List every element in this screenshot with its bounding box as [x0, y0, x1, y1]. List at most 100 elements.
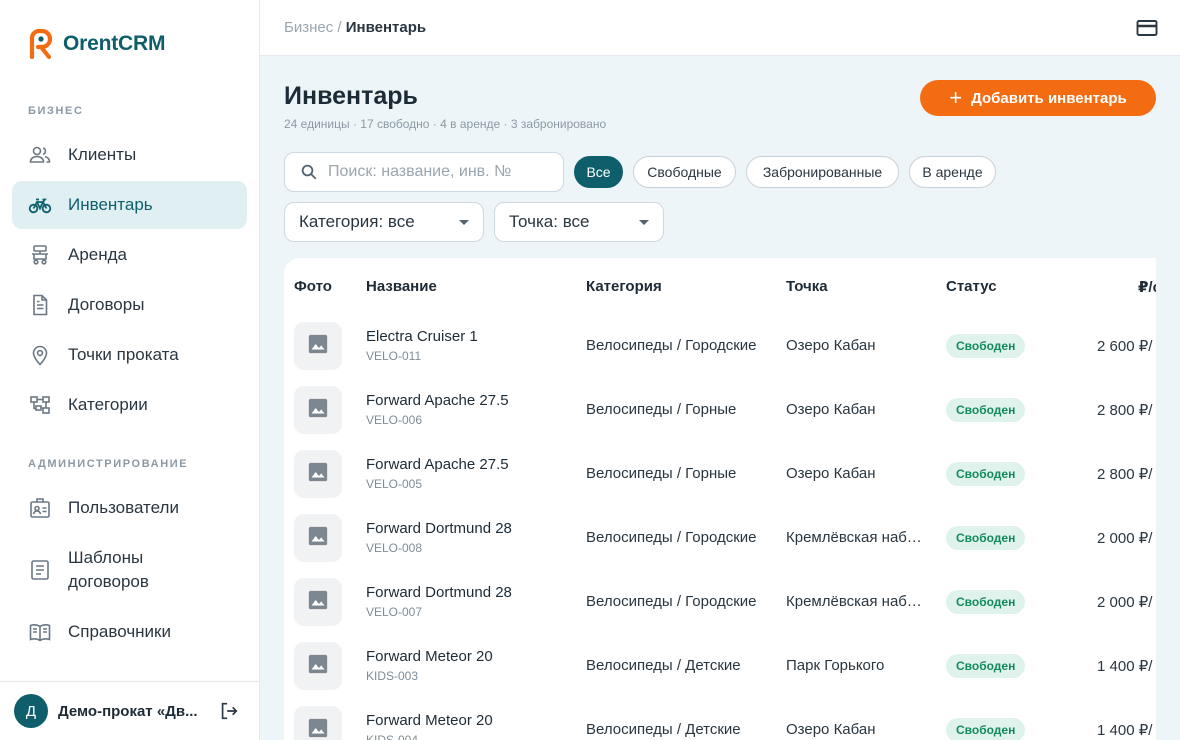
search-box[interactable] — [284, 152, 564, 192]
location-pin-icon — [27, 342, 53, 368]
photo-placeholder — [294, 322, 342, 370]
status-badge: Свободен — [946, 334, 1026, 358]
location-select[interactable]: Точка: все — [494, 202, 664, 242]
item-location: Кремлёвская набережная — [786, 593, 926, 610]
sidebar: OrentCRM БИЗНЕС Клиенты Инвентарь Аренда… — [0, 0, 260, 740]
hierarchy-icon — [27, 392, 53, 418]
item-category: Велосипеды / Городские — [586, 529, 757, 546]
filter-chip-free[interactable]: Свободные — [633, 156, 736, 188]
photo-placeholder — [294, 578, 342, 626]
sidebar-item-contract-templates[interactable]: Шаблоны договоров — [12, 539, 247, 601]
image-icon — [307, 397, 329, 424]
breadcrumb-current: Инвентарь — [345, 19, 427, 36]
item-code: VELO-008 — [366, 541, 423, 555]
item-name[interactable]: Forward Dortmund 28 — [366, 520, 512, 537]
item-price: 2 000 ₽/ — [1097, 530, 1153, 547]
item-location: Парк Горького — [786, 657, 885, 674]
photo-placeholder — [294, 450, 342, 498]
item-location: Озеро Кабан — [786, 721, 876, 738]
status-badge: Свободен — [946, 526, 1026, 550]
sidebar-item-contracts[interactable]: Договоры — [12, 281, 247, 329]
image-icon — [307, 589, 329, 616]
id-badge-icon — [27, 495, 53, 521]
page-title: Инвентарь — [284, 82, 418, 110]
book-icon — [27, 619, 53, 645]
table-row[interactable]: Forward Apache 27.5 VELO-006 Велосипеды / … — [284, 386, 1156, 450]
item-name[interactable]: Forward Apache 27.5 — [366, 392, 509, 409]
credit-card-icon[interactable] — [1136, 18, 1158, 38]
status-badge: Свободен — [946, 718, 1026, 740]
status-badge: Свободен — [946, 590, 1026, 614]
item-category: Велосипеды / Горные — [586, 465, 737, 482]
table-row[interactable]: Forward Dortmund 28 VELO-007 Велосипеды / … — [284, 578, 1156, 642]
sidebar-item-rental-points[interactable]: Точки проката — [12, 331, 247, 379]
category-select-value: Категория: все — [299, 212, 415, 231]
image-icon — [307, 717, 329, 740]
item-code: VELO-005 — [366, 477, 423, 491]
table-row[interactable]: Forward Apache 27.5 VELO-005 Велосипеды / … — [284, 450, 1156, 514]
topbar: Бизнес / Инвентарь — [260, 0, 1180, 56]
column-header-name[interactable]: Название — [366, 278, 437, 295]
category-select[interactable]: Категория: все — [284, 202, 484, 242]
column-header-price[interactable]: ₽/сутки — [1138, 278, 1156, 296]
sidebar-item-label: Клиенты — [68, 145, 137, 164]
sidebar-item-clients[interactable]: Клиенты — [12, 131, 247, 179]
add-inventory-button[interactable]: + Добавить инвентарь — [920, 80, 1156, 116]
sidebar-item-directories[interactable]: Справочники — [12, 608, 247, 656]
template-icon — [27, 557, 53, 583]
image-icon — [307, 333, 329, 360]
sidebar-item-categories[interactable]: Категории — [12, 381, 247, 429]
sidebar-item-users[interactable]: Пользователи — [12, 484, 247, 532]
table-row[interactable]: Forward Meteor 20 KIDS-004 Велосипеды / Де… — [284, 706, 1156, 740]
filter-chip-booked[interactable]: Забронированные — [746, 156, 899, 188]
sidebar-item-inventory[interactable]: Инвентарь — [12, 181, 247, 229]
bicycle-icon — [27, 192, 53, 218]
filter-chip-rented[interactable]: В аренде — [909, 156, 996, 188]
column-header-location[interactable]: Точка — [786, 278, 828, 295]
sidebar-item-label: Точки проката — [68, 345, 179, 364]
document-icon — [27, 292, 53, 318]
item-name[interactable]: Forward Apache 27.5 — [366, 456, 509, 473]
app-name: OrentCRM — [63, 32, 166, 55]
app-logo[interactable]: OrentCRM — [28, 29, 165, 59]
status-badge: Свободен — [946, 654, 1026, 678]
item-price: 1 400 ₽/ — [1097, 722, 1153, 739]
table-row[interactable]: Forward Dortmund 28 VELO-008 Велосипеды / … — [284, 514, 1156, 578]
sidebar-item-label: Пользователи — [68, 498, 179, 517]
item-price: 2 800 ₽/ — [1097, 402, 1153, 419]
plus-icon: + — [949, 85, 963, 110]
column-header-status[interactable]: Статус — [946, 278, 997, 295]
organization-name[interactable]: Демо-прокат «Дв... — [58, 703, 204, 720]
page-summary: 24 единицы · 17 свободно · 4 в аренде · … — [284, 117, 607, 131]
item-code: VELO-011 — [366, 349, 422, 363]
item-code: VELO-006 — [366, 413, 423, 427]
users-icon — [27, 142, 53, 168]
logout-icon[interactable] — [218, 700, 240, 722]
item-name[interactable]: Forward Dortmund 28 — [366, 584, 512, 601]
section-label-administration: АДМИНИСТРИРОВАНИЕ — [28, 458, 189, 470]
column-header-category[interactable]: Категория — [586, 278, 662, 295]
rental-icon — [27, 242, 53, 268]
filter-chip-all[interactable]: Все — [574, 156, 623, 188]
avatar[interactable]: Д — [14, 694, 48, 728]
table-row[interactable]: Forward Meteor 20 KIDS-003 Велосипеды / Де… — [284, 642, 1156, 706]
photo-placeholder — [294, 706, 342, 740]
breadcrumb: Бизнес / Инвентарь — [284, 19, 426, 36]
sidebar-item-rental[interactable]: Аренда — [12, 231, 247, 279]
item-name[interactable]: Forward Meteor 20 — [366, 712, 493, 729]
status-badge: Свободен — [946, 398, 1026, 422]
item-category: Велосипеды / Городские — [586, 337, 757, 354]
search-input[interactable] — [328, 163, 548, 181]
breadcrumb-root[interactable]: Бизнес — [284, 19, 333, 36]
search-icon — [301, 164, 317, 180]
item-location: Озеро Кабан — [786, 337, 876, 354]
photo-placeholder — [294, 642, 342, 690]
sidebar-footer: Д Демо-прокат «Дв... — [0, 681, 260, 740]
item-name[interactable]: Forward Meteor 20 — [366, 648, 493, 665]
item-code: KIDS-004 — [366, 733, 419, 740]
item-category: Велосипеды / Детские — [586, 657, 741, 674]
image-icon — [307, 653, 329, 680]
table-row[interactable]: Electra Cruiser 1 VELO-011 Велосипеды / Го… — [284, 322, 1156, 386]
item-name[interactable]: Electra Cruiser 1 — [366, 328, 478, 345]
chevron-down-icon — [639, 219, 649, 225]
